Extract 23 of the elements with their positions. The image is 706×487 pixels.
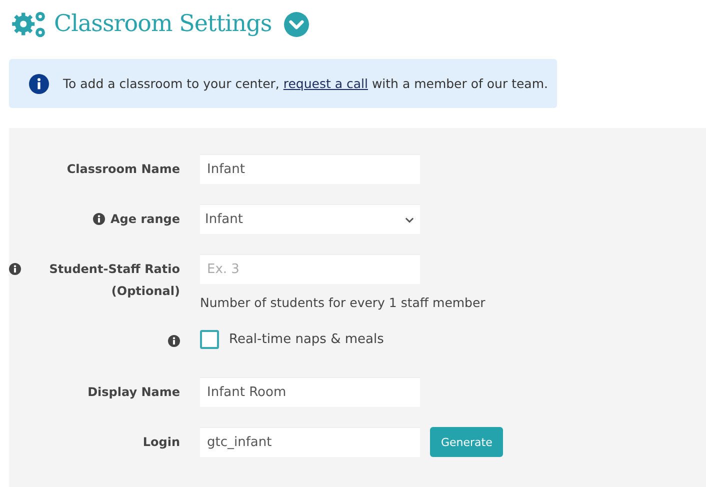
- field-label: Classroom Name: [66, 161, 180, 178]
- field-label: Login: [142, 434, 180, 451]
- field-label: Display Name: [88, 384, 180, 401]
- info-icon: [29, 74, 49, 94]
- field-label: Age range: [110, 211, 180, 228]
- age-range-dropdown[interactable]: Infant: [200, 204, 420, 234]
- page-title: Classroom Settings: [54, 11, 272, 37]
- info-icon[interactable]: [92, 213, 105, 225]
- text-field[interactable]: Infant: [200, 154, 420, 184]
- info-icon[interactable]: [168, 335, 180, 347]
- text-field[interactable]: gtc_infant: [200, 427, 420, 457]
- help-text: Number of students for every 1 staff member: [200, 295, 486, 310]
- chevron-down-icon[interactable]: [284, 12, 309, 36]
- info-message: To add a classroom to your center, request a call with a member of our team.: [63, 76, 548, 91]
- gears-icon: [10, 9, 48, 39]
- checkbox-label: Real-time naps & meals: [229, 332, 384, 347]
- caret-icon: [405, 216, 414, 222]
- request-call-link[interactable]: request a call: [283, 76, 368, 91]
- checkbox[interactable]: [200, 330, 219, 349]
- text-field[interactable]: Infant Room: [200, 377, 420, 407]
- field-label: Student-Staff Ratio (Optional): [48, 261, 180, 300]
- info-icon[interactable]: [9, 263, 21, 275]
- text-field[interactable]: Ex. 3: [200, 254, 420, 284]
